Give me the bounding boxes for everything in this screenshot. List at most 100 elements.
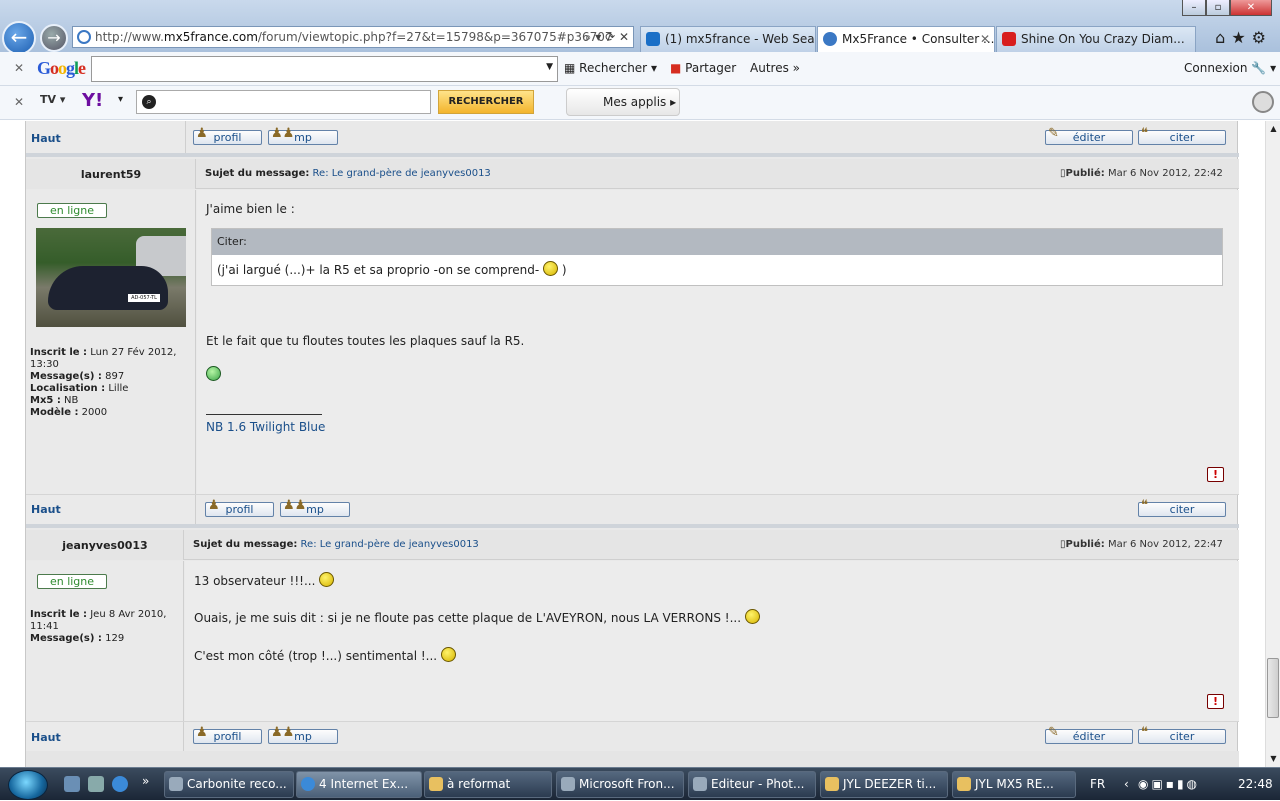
- post-body-row: en ligne Inscrit le : Jeu 8 Avr 2010, 11…: [26, 561, 1239, 721]
- browser-titlebar: – ▫ ✕ ← → http://www.mx5france.com/forum…: [0, 0, 1280, 55]
- citer-button[interactable]: ❝ citer: [1138, 726, 1226, 744]
- user-icon: ♟: [196, 126, 208, 141]
- more-button[interactable]: Autres »: [750, 61, 800, 75]
- users-icon: ♟♟: [271, 725, 295, 740]
- profil-button[interactable]: ♟ profil: [193, 126, 262, 145]
- start-button[interactable]: [8, 770, 48, 800]
- close-toolbar-icon[interactable]: ✕: [14, 95, 24, 109]
- settings-icon[interactable]: ⚙: [1252, 28, 1272, 47]
- editer-button[interactable]: ✎ éditer: [1045, 726, 1133, 744]
- editer-button[interactable]: ✎ éditer: [1045, 126, 1133, 145]
- yahoo-search-button[interactable]: RECHERCHER: [438, 90, 534, 114]
- maximize-button[interactable]: ▫: [1206, 0, 1230, 16]
- tv-icon[interactable]: TV ▾: [40, 93, 65, 106]
- post-body-row: en ligne AD-057-TL Inscrit le : Lun 27 F…: [26, 190, 1239, 494]
- connexion-link[interactable]: Connexion 🔧 ▾: [1184, 61, 1276, 75]
- smile-icon: [543, 261, 559, 276]
- switch-windows-icon[interactable]: [88, 776, 104, 792]
- citer-button[interactable]: ❝ citer: [1138, 499, 1226, 517]
- ie-icon[interactable]: [112, 776, 128, 792]
- share-button[interactable]: ■ Partager: [670, 61, 736, 75]
- post-date: ▯Publié: Mar 6 Nov 2012, 22:42: [1060, 168, 1223, 179]
- close-window-button[interactable]: ✕: [1230, 0, 1272, 16]
- post-text-line: Ouais, je me suis dit : si je ne floute …: [194, 609, 760, 626]
- edit-icon: ✎: [1048, 126, 1059, 141]
- mp-button[interactable]: ♟♟ mp: [268, 725, 338, 744]
- google-logo: Google: [37, 58, 86, 78]
- post-footer: Haut ♟ profil ♟♟ mp ✎ éditer ❝ citer: [26, 721, 1239, 752]
- mp-button[interactable]: ♟♟ mp: [280, 498, 350, 517]
- haut-link[interactable]: Haut: [31, 503, 61, 516]
- close-toolbar-icon[interactable]: ✕: [14, 61, 24, 75]
- quote-body: (j'ai largué (...)+ la R5 et sa proprio …: [217, 261, 567, 277]
- vertical-scrollbar[interactable]: ▲ ▼: [1265, 121, 1280, 767]
- back-button[interactable]: ←: [2, 21, 36, 55]
- tab-mx5france[interactable]: Mx5France • Consulter ... ✕: [817, 26, 995, 53]
- bing-icon: [646, 32, 660, 46]
- post-text-line: Et le fait que tu floutes toutes les pla…: [206, 334, 525, 348]
- taskbar-button[interactable]: Carbonite reco...: [164, 771, 294, 798]
- app-icon: [169, 777, 183, 791]
- post-author[interactable]: laurent59: [26, 168, 196, 181]
- gear-icon[interactable]: [1252, 91, 1274, 113]
- ie-icon: [823, 32, 837, 46]
- citer-button[interactable]: ❝ citer: [1138, 126, 1226, 145]
- ie-icon: [301, 777, 315, 791]
- address-tools-icon[interactable]: ⌕ ▾ ⟳ ✕: [585, 27, 629, 47]
- profil-button[interactable]: ♟ profil: [193, 726, 262, 744]
- post-author[interactable]: jeanyves0013: [26, 539, 184, 552]
- dropdown-icon[interactable]: ▼: [546, 62, 553, 72]
- address-bar[interactable]: http://www.mx5france.com/forum/viewtopic…: [72, 26, 634, 48]
- tab-bing[interactable]: (1) mx5france - Web Searc...: [640, 26, 816, 52]
- report-button[interactable]: !: [1207, 467, 1224, 482]
- subject-link[interactable]: Re: Le grand-père de jeanyves0013: [301, 539, 479, 550]
- search-icon: ⌕: [142, 95, 156, 109]
- chevron-icon[interactable]: »: [142, 774, 149, 788]
- haut-link[interactable]: Haut: [31, 731, 61, 744]
- forward-button[interactable]: →: [40, 24, 68, 52]
- google-search-input[interactable]: ▼: [91, 56, 558, 82]
- post-header: jeanyves0013 Sujet du message: Re: Le gr…: [26, 530, 1239, 560]
- apps-button[interactable]: Mes applis ▸: [566, 88, 680, 116]
- taskbar-button[interactable]: JYL DEEZER ti...: [820, 771, 948, 798]
- scroll-up-icon[interactable]: ▲: [1266, 121, 1280, 137]
- show-desktop-icon[interactable]: [64, 776, 80, 792]
- profil-button[interactable]: ♟ profil: [205, 499, 274, 517]
- close-tab-icon[interactable]: ✕: [980, 27, 990, 51]
- subject-link[interactable]: Re: Le grand-père de jeanyves0013: [313, 168, 491, 179]
- post-header: laurent59 Sujet du message: Re: Le grand…: [26, 159, 1239, 189]
- clock[interactable]: 22:48: [1238, 768, 1273, 801]
- scroll-down-icon[interactable]: ▼: [1266, 751, 1280, 767]
- quote-icon: ❝: [1141, 126, 1148, 141]
- report-button[interactable]: !: [1207, 694, 1224, 709]
- taskbar-button[interactable]: Microsoft Fron...: [556, 771, 684, 798]
- scroll-thumb[interactable]: [1267, 658, 1279, 718]
- post-text-line: 13 observateur !!!...: [194, 572, 335, 589]
- haut-link[interactable]: Haut: [31, 132, 61, 145]
- language-indicator[interactable]: FR: [1090, 768, 1105, 801]
- taskbar-button[interactable]: JYL MX5 RE...: [952, 771, 1076, 798]
- user-info: Inscrit le : Jeu 8 Avr 2010, 11:41 Messa…: [30, 609, 167, 644]
- minimize-button[interactable]: –: [1182, 0, 1206, 16]
- mp-button[interactable]: ♟♟ mp: [268, 127, 338, 145]
- yahoo-logo[interactable]: Y!: [82, 90, 103, 111]
- avatar: AD-057-TL: [36, 228, 186, 327]
- taskbar-button[interactable]: à reformat: [424, 771, 552, 798]
- app-icon: [693, 777, 707, 791]
- tray-arrow-icon[interactable]: ‹: [1124, 768, 1129, 801]
- yahoo-search-input[interactable]: ⌕: [136, 90, 431, 114]
- taskbar-button[interactable]: 4 Internet Ex...: [296, 771, 422, 798]
- signature-link[interactable]: NB 1.6 Twilight Blue: [206, 420, 325, 434]
- tab-youtube[interactable]: Shine On You Crazy Diam...: [996, 26, 1196, 52]
- separator: [26, 524, 1239, 528]
- taskbar-button[interactable]: Editeur - Phot...: [688, 771, 816, 798]
- page-bottom: [26, 751, 1239, 767]
- favorites-icon[interactable]: ★: [1231, 28, 1251, 47]
- tray-icons[interactable]: ◉▣▪▮◍: [1138, 768, 1200, 801]
- yahoo-dropdown-icon[interactable]: ▾: [118, 94, 123, 105]
- home-icon[interactable]: ⌂: [1215, 28, 1231, 47]
- app-icon: [561, 777, 575, 791]
- address-prefix: http://www.: [95, 30, 164, 44]
- users-icon: ♟♟: [283, 498, 307, 513]
- google-search-button[interactable]: ▦ Rechercher ▾: [564, 61, 657, 75]
